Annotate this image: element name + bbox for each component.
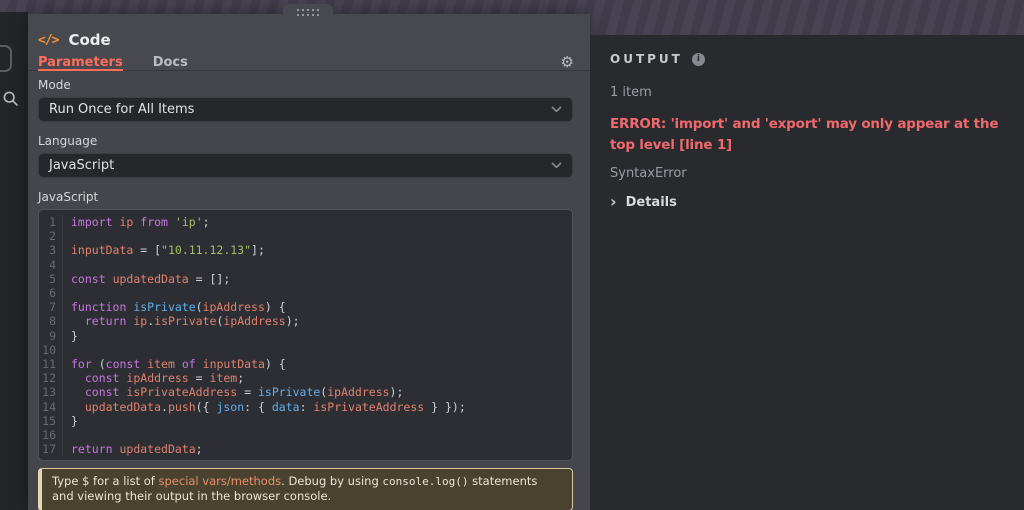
code-line: 5 const updatedData = []; (39, 271, 572, 287)
line-number: 11 (39, 357, 63, 372)
line-number: 2 (39, 229, 63, 244)
hint-text: Type $ for a list of special vars/method… (52, 474, 538, 503)
code-line: 10 (39, 342, 572, 358)
line-number: 6 (39, 286, 63, 301)
hint-banner: Type $ for a list of special vars/method… (38, 468, 573, 510)
line-number: 13 (39, 385, 63, 400)
code-line: 12 const ipAddress = item; (39, 371, 572, 386)
language-label: Language (38, 134, 98, 148)
language-select-value: JavaScript (49, 158, 115, 173)
mode-select[interactable]: Run Once for All Items (38, 97, 573, 122)
line-number: 7 (39, 300, 63, 315)
drag-handle[interactable] (283, 4, 333, 20)
tab-parameters[interactable]: Parameters (38, 55, 123, 71)
code-line: 6 (39, 286, 572, 301)
chevron-right-icon: › (610, 192, 617, 211)
gear-icon[interactable]: ⚙ (561, 55, 574, 70)
line-number: 8 (39, 314, 63, 329)
code-line: 16 (39, 428, 572, 443)
mode-select-value: Run Once for All Items (49, 102, 195, 117)
line-number: 4 (39, 257, 63, 272)
language-select[interactable]: JavaScript (38, 153, 573, 178)
line-number: 15 (39, 413, 63, 429)
code-line: 9} (39, 328, 572, 343)
code-line: 3 inputData = ["10.11.12.13"]; (39, 243, 572, 258)
tab-docs[interactable]: Docs (153, 55, 188, 70)
special-vars-link[interactable]: special vars/methods (159, 474, 282, 488)
code-line: 14 updatedData.push({ json: { data: isPr… (39, 399, 572, 414)
code-editor[interactable]: 1 import ip from 'ip'; 2 3 inputData = ["10.… (38, 209, 573, 461)
dialog-header: </> Code (28, 14, 590, 55)
output-items-count: 1 item (610, 85, 652, 100)
code-line: 2 (39, 229, 572, 244)
tabs-bar: Parameters Docs ⚙ (28, 55, 590, 71)
code-node-icon: </> (38, 32, 60, 48)
line-number: 17 (39, 442, 63, 457)
mode-label: Mode (38, 78, 71, 92)
line-number: 9 (39, 328, 63, 343)
chevron-down-icon (551, 106, 562, 113)
code-line: 17 return updatedData; (39, 442, 572, 457)
output-error-type: SyntaxError (610, 166, 687, 181)
line-number: 10 (39, 342, 63, 358)
details-label: Details (625, 194, 677, 210)
editor-label: JavaScript (38, 190, 99, 204)
output-title: OUTPUT (610, 52, 683, 66)
code-line: 1 import ip from 'ip'; (39, 215, 572, 230)
details-toggle[interactable]: › Details (610, 194, 1014, 210)
line-number: 1 (39, 215, 63, 230)
line-number: 3 (39, 243, 63, 258)
code-line: 11 for (const item of inputData) { (39, 357, 572, 372)
line-number: 5 (39, 271, 63, 287)
search-icon[interactable] (2, 90, 19, 107)
drag-dots-icon (297, 8, 319, 16)
code-line: 8 return ip.isPrivate(ipAddress); (39, 314, 572, 329)
screen: </> Code Parameters Docs ⚙ Mode Run Once… (0, 0, 1024, 510)
code-node-dialog: </> Code Parameters Docs ⚙ Mode Run Once… (28, 4, 590, 510)
code-line: 13 const isPrivateAddress = isPrivate(ip… (39, 385, 572, 400)
partial-canvas-node[interactable] (0, 45, 12, 72)
canvas-left-rail (0, 12, 28, 510)
code-line: 4 (39, 257, 572, 272)
dialog-title: Code (68, 31, 111, 49)
code-line: 7 function isPrivate(ipAddress) { (39, 300, 572, 315)
line-number: 16 (39, 428, 63, 443)
line-number: 12 (39, 371, 63, 386)
code-line: 15} (39, 413, 572, 429)
output-panel: OUTPUT i 1 item ERROR: 'import' and 'exp… (590, 35, 1024, 510)
info-icon[interactable]: i (691, 52, 705, 66)
parameters-panel: Mode Run Once for All Items Language Jav… (28, 71, 590, 510)
line-number: 14 (39, 399, 63, 414)
chevron-down-icon (551, 162, 562, 169)
output-error-message: ERROR: 'import' and 'export' may only ap… (610, 116, 999, 153)
